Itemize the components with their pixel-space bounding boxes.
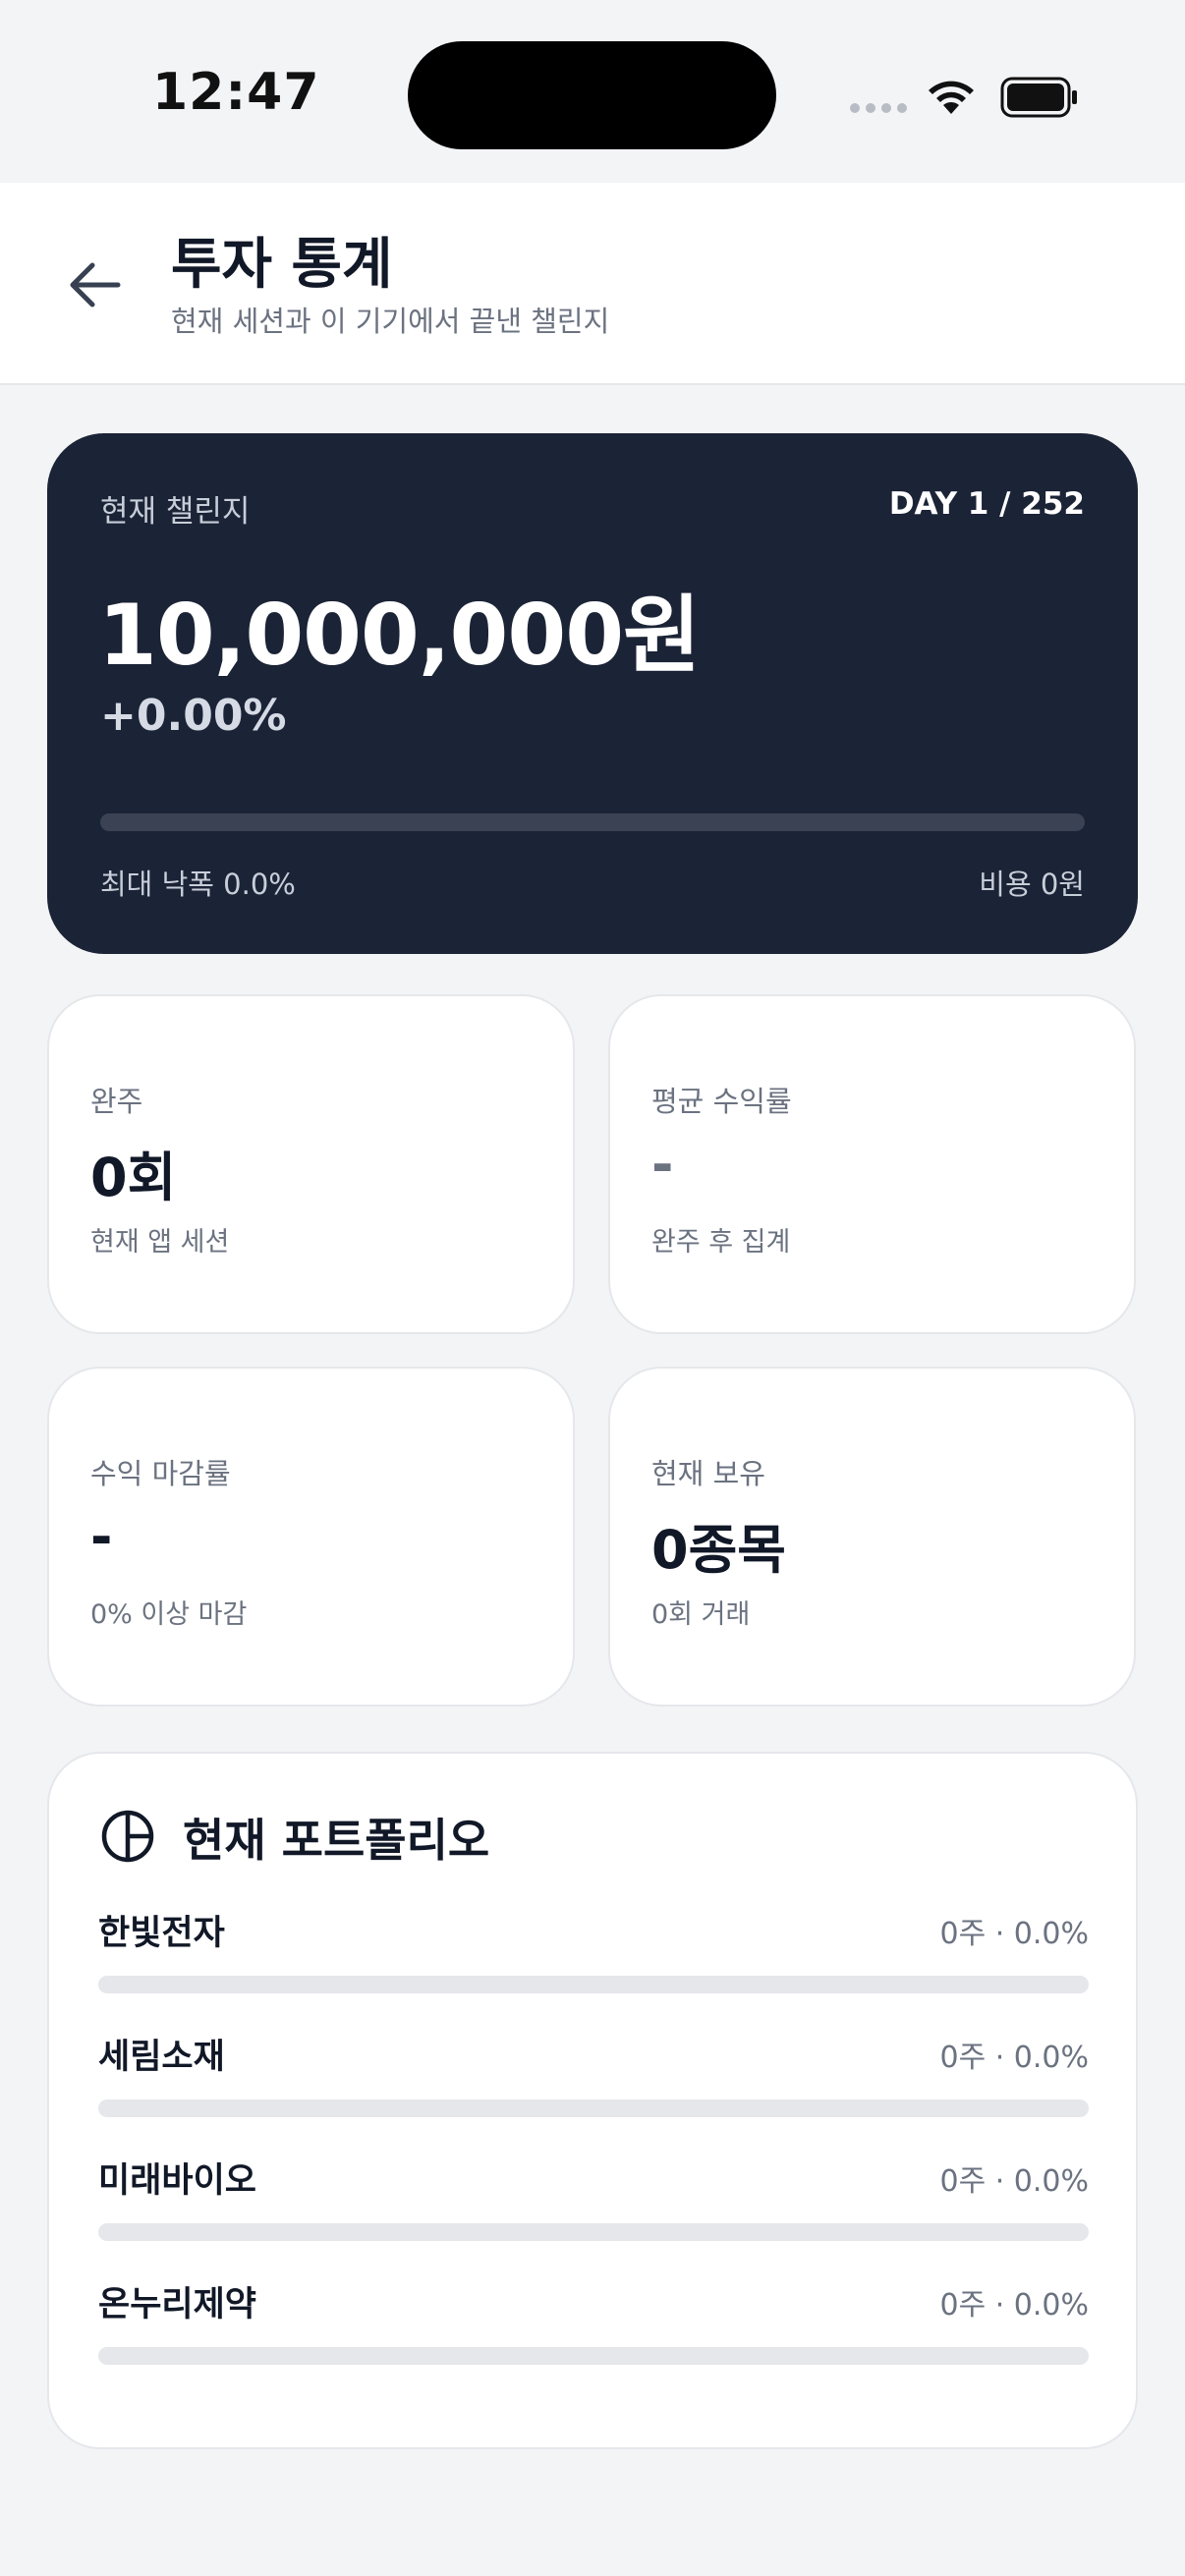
- portfolio-item[interactable]: 온누리제약 0주 · 0.0%: [98, 2276, 1089, 2375]
- stat-card-completions: 완주 0회 현재 앱 세션: [47, 994, 575, 1334]
- status-bar: 12:47: [0, 0, 1185, 183]
- cost-text: 비용 0원: [979, 868, 1085, 901]
- stock-weight-bar: [98, 2347, 1089, 2365]
- stat-value: 0회: [90, 1147, 177, 1208]
- stat-value: -: [90, 1506, 113, 1568]
- stat-card-profit-close-rate: 수익 마감률 - 0% 이상 마감: [47, 1367, 575, 1707]
- stock-holding-info: 0주 · 0.0%: [939, 2164, 1089, 2199]
- back-button[interactable]: [59, 250, 130, 320]
- battery-icon: [1000, 77, 1077, 118]
- stock-holding-info: 0주 · 0.0%: [939, 2041, 1089, 2075]
- stat-caption: 0회 거래: [651, 1599, 751, 1630]
- portfolio-item[interactable]: 미래바이오 0주 · 0.0%: [98, 2153, 1089, 2251]
- stock-name: 한빛전자: [98, 1914, 225, 1953]
- stock-weight-bar: [98, 2100, 1089, 2117]
- challenge-day-counter: DAY 1 / 252: [888, 486, 1085, 522]
- portfolio-card: 현재 포트폴리오 한빛전자 0주 · 0.0% 세림소재 0주 · 0.0% 미…: [47, 1752, 1138, 2449]
- page-header: 투자 통계 현재 세션과 이 기기에서 끝낸 챌린지: [0, 183, 1185, 385]
- wifi-icon: [929, 81, 974, 114]
- dynamic-island: [408, 41, 776, 149]
- portfolio-item[interactable]: 한빛전자 0주 · 0.0%: [98, 1905, 1089, 2003]
- stat-card-average-return: 평균 수익률 - 완주 후 집계: [608, 994, 1136, 1334]
- stat-caption: 완주 후 집계: [651, 1227, 791, 1258]
- stock-name: 온누리제약: [98, 2285, 257, 2324]
- stock-holding-info: 0주 · 0.0%: [939, 2288, 1089, 2323]
- stat-card-current-holdings: 현재 보유 0종목 0회 거래: [608, 1367, 1136, 1707]
- current-challenge-card: 현재 챌린지 DAY 1 / 252 10,000,000원 +0.00% 최대…: [47, 433, 1138, 954]
- stat-label: 현재 보유: [651, 1457, 765, 1490]
- stat-value: -: [651, 1134, 674, 1196]
- cellular-signal-icon: [850, 103, 907, 113]
- stat-label: 평균 수익률: [651, 1085, 792, 1118]
- return-rate: +0.00%: [100, 691, 287, 741]
- pie-chart-icon: [101, 1810, 154, 1863]
- page-subtitle: 현재 세션과 이 기기에서 끝낸 챌린지: [171, 305, 610, 338]
- challenge-label: 현재 챌린지: [100, 494, 251, 530]
- total-asset-value: 10,000,000원: [98, 587, 701, 685]
- stock-name: 세림소재: [98, 2038, 225, 2077]
- stat-label: 완주: [90, 1085, 143, 1118]
- stat-caption: 0% 이상 마감: [90, 1599, 248, 1630]
- stat-value: 0종목: [651, 1519, 786, 1581]
- stock-weight-bar: [98, 2223, 1089, 2241]
- stock-weight-bar: [98, 1976, 1089, 1993]
- stock-holding-info: 0주 · 0.0%: [939, 1917, 1089, 1951]
- arrow-left-icon: [70, 262, 121, 308]
- portfolio-item[interactable]: 세림소재 0주 · 0.0%: [98, 2029, 1089, 2127]
- stat-label: 수익 마감률: [90, 1457, 231, 1490]
- portfolio-title: 현재 포트폴리오: [183, 1814, 490, 1867]
- status-time: 12:47: [152, 63, 320, 122]
- stock-name: 미래바이오: [98, 2161, 257, 2201]
- stat-caption: 현재 앱 세션: [90, 1227, 230, 1258]
- challenge-progress-bar: [100, 813, 1085, 831]
- max-drawdown-text: 최대 낙폭 0.0%: [100, 868, 296, 901]
- page-title: 투자 통계: [171, 233, 393, 297]
